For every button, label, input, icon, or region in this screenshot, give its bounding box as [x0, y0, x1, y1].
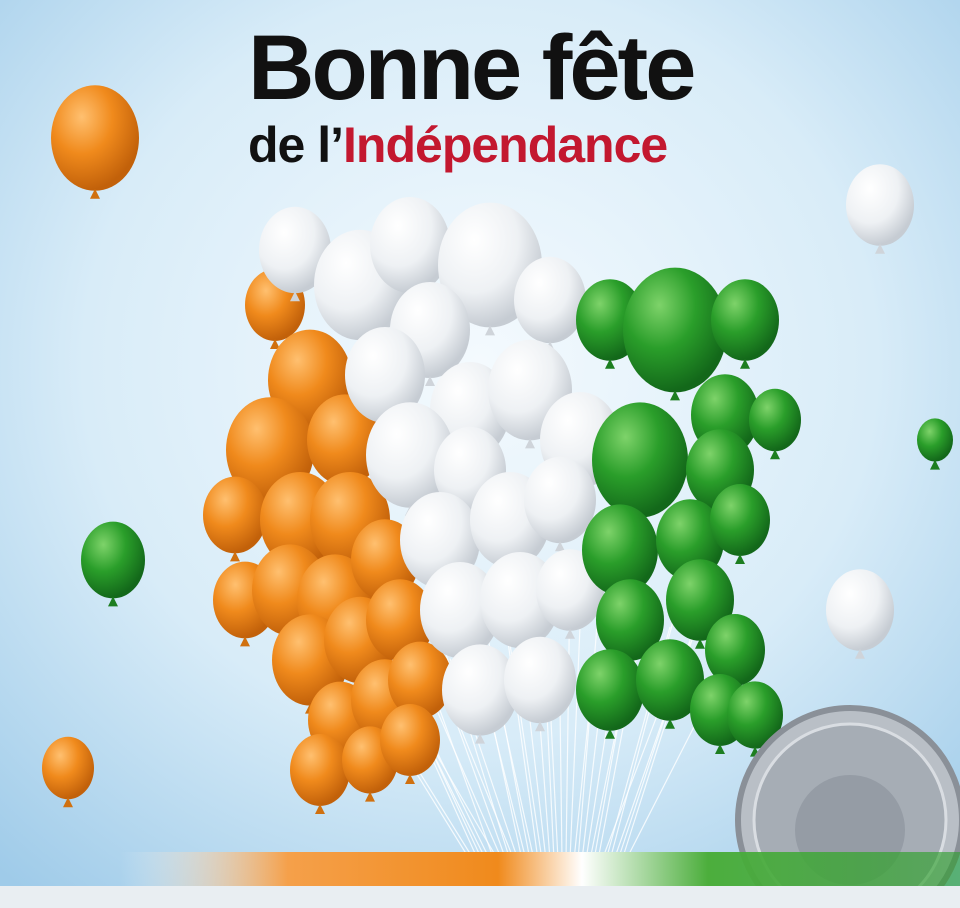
greeting-line-2: de l’Indépendance: [248, 120, 808, 170]
greeting-line-1: Bonne fête: [248, 17, 696, 119]
bottom-band: [0, 886, 960, 908]
greeting-line-2-prefix: de l’: [248, 117, 344, 173]
greeting-headline: Bonne fête de l’Indépendance: [248, 22, 808, 170]
greeting-line-2-highlight: Indépendance: [343, 117, 668, 173]
